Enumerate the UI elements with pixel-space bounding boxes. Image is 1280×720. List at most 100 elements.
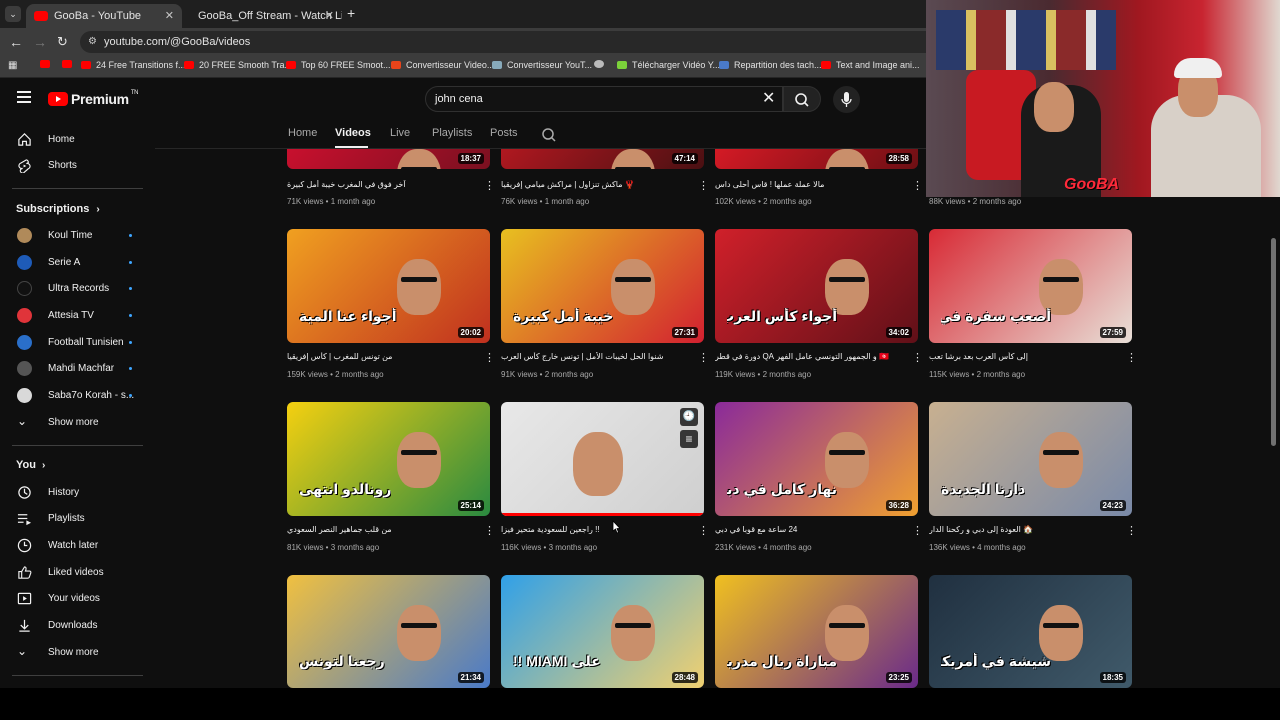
voice-search-button[interactable]	[833, 86, 860, 113]
more-options-icon[interactable]: ⋮	[484, 353, 495, 364]
subscriptions-heading[interactable]: Subscriptions ›	[16, 203, 100, 215]
video-thumbnail[interactable]: خيبة أمل كبيرة 27:31	[501, 229, 704, 343]
video-thumbnail[interactable]: مباراة ريال مدريد 23:25	[715, 575, 918, 688]
sidebar-item-liked-videos[interactable]: Liked videos	[0, 559, 155, 585]
video-thumbnail[interactable]: 28:58	[715, 149, 918, 169]
new-tab-button[interactable]: +	[347, 5, 355, 21]
video-title[interactable]: مالا عملة عملها ! قاس أحلى داس	[715, 180, 900, 189]
sidebar-item-mahdi-machfar[interactable]: Mahdi Machfar	[0, 355, 155, 381]
more-options-icon[interactable]: ⋮	[698, 181, 709, 192]
sidebar-item-attesia-tv[interactable]: Attesia TV	[0, 302, 155, 328]
menu-icon[interactable]	[17, 91, 31, 103]
bookmark-item[interactable]: Télécharger Vidéo Y...	[617, 60, 720, 70]
sidebar-item-watch-later[interactable]: Watch later	[0, 532, 155, 558]
site-info-icon[interactable]: ⚙	[88, 31, 97, 53]
video-meta: 116K views • 3 months ago	[501, 543, 598, 552]
sidebar-item-history[interactable]: History	[0, 479, 155, 505]
video-thumbnail[interactable]: على MIAMI !! 28:48	[501, 575, 704, 688]
bookmark-item[interactable]: Repartition des tach...	[719, 60, 822, 70]
video-meta: 136K views • 4 months ago	[929, 543, 1026, 552]
video-thumbnail[interactable]: نهار كامل في دبي 36:28	[715, 402, 918, 516]
bookmark-item[interactable]: Top 60 FREE Smoot...	[286, 60, 391, 70]
sidebar-item-serie-a[interactable]: Serie A	[0, 249, 155, 275]
tab-list-button[interactable]: ⌄	[5, 6, 21, 22]
video-thumbnail[interactable]: رجعنا لتونس 21:34	[287, 575, 490, 688]
bookmark-item[interactable]	[62, 60, 77, 68]
youtube-premium-logo[interactable]: Premium TN	[48, 90, 139, 107]
more-options-icon[interactable]: ⋮	[912, 526, 923, 537]
video-thumbnail[interactable]: دارنا الجديدة 24:23	[929, 402, 1132, 516]
tab-gooba-youtube[interactable]: GooBa - YouTube ✕	[26, 4, 182, 28]
close-tab-icon[interactable]: ✕	[165, 9, 174, 22]
video-thumbnail[interactable]: 🕘 ≡	[501, 402, 704, 516]
tab-gooba-stream[interactable]: GooBa_Off Stream - Watch Live ✕	[184, 4, 342, 28]
show-more-you[interactable]: ⌄ Show more	[0, 639, 155, 665]
more-options-icon[interactable]: ⋮	[698, 353, 709, 364]
video-thumbnail[interactable]: 47:14	[501, 149, 704, 169]
sidebar-item-label: Serie A	[48, 256, 81, 268]
close-tab-icon[interactable]: ✕	[325, 9, 334, 22]
video-title[interactable]: !! راجعين للسعودية متحير فيزا	[501, 525, 686, 534]
sidebar-item-koul-time[interactable]: Koul Time	[0, 222, 155, 248]
sidebar-item-downloads[interactable]: Downloads	[0, 612, 155, 638]
sidebar-item-playlists[interactable]: Playlists	[0, 505, 155, 531]
bookmark-item[interactable]: Convertisseur Video...	[391, 60, 494, 70]
bookmark-item[interactable]: 24 Free Transitions f...	[81, 60, 186, 70]
tab-home[interactable]: Home	[288, 127, 317, 139]
more-options-icon[interactable]: ⋮	[912, 353, 923, 364]
you-heading[interactable]: You ›	[16, 459, 45, 471]
forward-icon[interactable]: →	[33, 34, 47, 50]
sidebar-item-your-videos[interactable]: Your videos	[0, 585, 155, 611]
watch-later-icon[interactable]: 🕘	[680, 408, 698, 426]
thumbnail-overlay-text: رجعنا لتونس	[299, 653, 385, 669]
thumbnail-face	[1039, 432, 1083, 488]
video-thumbnail[interactable]: أجواء عنا المية 20:02	[287, 229, 490, 343]
video-title[interactable]: إلى كأس العرب بعد برشا تعب	[929, 352, 1114, 361]
thumbnail-face	[1039, 259, 1083, 315]
more-options-icon[interactable]: ⋮	[484, 181, 495, 192]
page-scrollbar[interactable]	[1271, 238, 1276, 446]
more-options-icon[interactable]: ⋮	[1126, 353, 1137, 364]
video-title[interactable]: 🦞 ماكش تنزاول | مراكش ميامي إفريقيا	[501, 180, 686, 189]
back-icon[interactable]: ←	[9, 34, 23, 50]
more-options-icon[interactable]: ⋮	[484, 526, 495, 537]
more-options-icon[interactable]: ⋮	[1126, 526, 1137, 537]
video-thumbnail[interactable]: أصعب سفرة في حياتي 27:59	[929, 229, 1132, 343]
video-thumbnail[interactable]: أجواء كأس العرب 34:02	[715, 229, 918, 343]
video-title[interactable]: من قلب جماهير النصر السعودي	[287, 525, 472, 534]
bookmark-item[interactable]	[40, 60, 55, 68]
search-button[interactable]	[783, 86, 821, 112]
video-title[interactable]: 🏠 العودة إلى دبي و ركحنا الدار	[929, 525, 1114, 534]
apps-icon[interactable]: ▦	[8, 60, 17, 71]
tab-playlists[interactable]: Playlists	[432, 127, 472, 139]
reload-icon[interactable]: ↻	[57, 34, 68, 50]
sidebar-item-home[interactable]: Home	[0, 126, 155, 152]
channel-search-icon[interactable]	[541, 127, 557, 143]
tab-videos[interactable]: Videos	[335, 127, 371, 139]
video-title[interactable]: من تونس للمغرب | كأس إفريقيا	[287, 352, 472, 361]
tab-posts[interactable]: Posts	[490, 127, 518, 139]
sidebar-item-ultra-records[interactable]: Ultra Records	[0, 275, 155, 301]
bookmark-item[interactable]: 20 FREE Smooth Tra...	[184, 60, 292, 70]
video-thumbnail[interactable]: 18:37	[287, 149, 490, 169]
more-options-icon[interactable]: ⋮	[698, 526, 709, 537]
sidebar-item-football-tunisien[interactable]: Football Tunisien	[0, 329, 155, 355]
bookmark-item[interactable]	[594, 60, 609, 68]
video-title[interactable]: 24 ساعة مع قوبا في دبي	[715, 525, 900, 534]
sidebar-item-shorts[interactable]: Shorts	[0, 152, 155, 178]
more-options-icon[interactable]: ⋮	[912, 181, 923, 192]
video-thumbnail[interactable]: رونالدو انتهى 25:14	[287, 402, 490, 516]
bookmark-item[interactable]: Text and Image ani...	[821, 60, 920, 70]
video-title[interactable]: آخر فوق في المغرب خيبة أمل كبيرة	[287, 180, 472, 189]
show-more-subscriptions[interactable]: ⌄ Show more	[0, 409, 155, 435]
clear-search-icon[interactable]: ✕	[762, 90, 775, 108]
tab-live[interactable]: Live	[390, 127, 410, 139]
search-input[interactable]: john cena	[425, 86, 783, 112]
video-title[interactable]: 🇹🇳 و الجمهور التونسي عامل الفهر QA دورة …	[715, 352, 900, 361]
sidebar-item-saba7o-korah[interactable]: Saba7o Korah - s...	[0, 382, 155, 408]
bookmark-item[interactable]: Convertisseur YouT...	[492, 60, 592, 70]
add-to-queue-icon[interactable]: ≡	[680, 430, 698, 448]
video-title[interactable]: شنوا الحل لخيبات الأمل | تونس خارج كأس ا…	[501, 352, 686, 361]
url-field[interactable]: ⚙ youtube.com/@GooBa/videos	[80, 31, 940, 53]
video-thumbnail[interactable]: شيشة في أمريكا 18:35	[929, 575, 1132, 688]
